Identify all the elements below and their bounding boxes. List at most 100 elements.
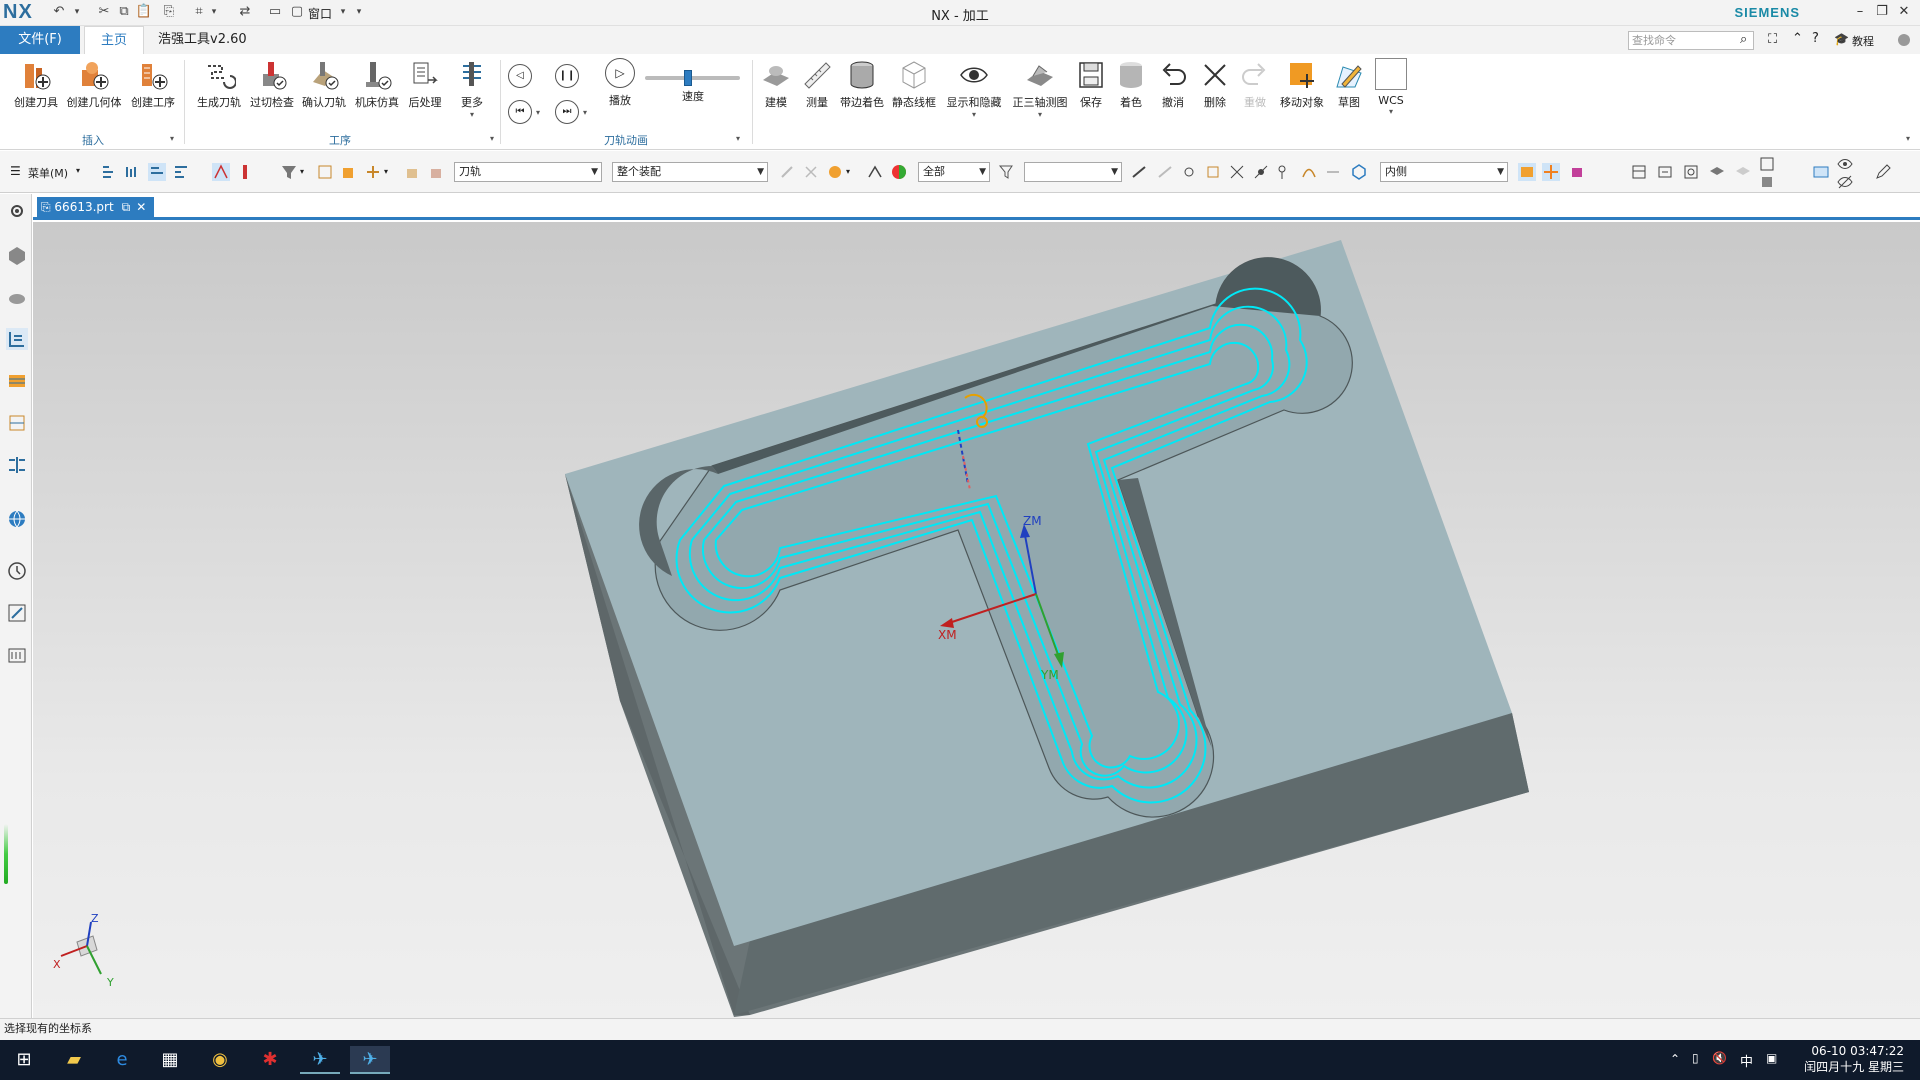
- view-split-icon[interactable]: [1656, 163, 1674, 181]
- snap-point-dropdown-icon[interactable]: ▾: [846, 167, 850, 176]
- view-refresh-icon[interactable]: [1682, 163, 1700, 181]
- file-explorer-icon[interactable]: ▰: [54, 1046, 94, 1074]
- calculator-icon[interactable]: ▦: [150, 1046, 190, 1074]
- wcs-button[interactable]: WCS ▾: [1372, 58, 1410, 116]
- minimize-icon[interactable]: –: [1849, 2, 1871, 22]
- selection-intent-select[interactable]: 内侧 ▼: [1380, 162, 1508, 182]
- method-view-icon[interactable]: [172, 163, 190, 181]
- menu-dropdown-icon[interactable]: ▾: [76, 166, 80, 175]
- quick-access-customize-icon[interactable]: ▾: [350, 3, 368, 21]
- group-animation-expand-icon[interactable]: ▾: [736, 134, 740, 143]
- volume-muted-icon[interactable]: 🔇: [1712, 1051, 1727, 1065]
- group-operation-expand-icon[interactable]: ▾: [490, 134, 494, 143]
- reset-filter-icon[interactable]: [998, 163, 1016, 181]
- menu-button[interactable]: 菜单(M): [28, 165, 68, 181]
- static-wireframe-button[interactable]: 静态线框: [888, 58, 940, 110]
- undock-icon[interactable]: ⧉: [122, 200, 131, 214]
- select-feature-icon[interactable]: [316, 163, 334, 181]
- snap-existing-point-icon[interactable]: [1276, 163, 1294, 181]
- scope-select[interactable]: 整个装配 ▼: [612, 162, 768, 182]
- battery-icon[interactable]: ▯: [1692, 1051, 1699, 1065]
- geometry-view-icon[interactable]: [148, 163, 166, 181]
- snap-end-point-icon[interactable]: [1130, 163, 1148, 181]
- view-layout-icon[interactable]: [1630, 163, 1648, 181]
- program-order-view-icon[interactable]: [100, 163, 118, 181]
- save-button[interactable]: 保存: [1072, 58, 1110, 110]
- view-layers-icon[interactable]: [1708, 163, 1726, 181]
- tutorial-label[interactable]: 教程: [1852, 33, 1874, 49]
- trimetric-view-dropdown-icon[interactable]: ▾: [1010, 110, 1070, 119]
- document-tab[interactable]: ⎘ 66613.prt ⧉ ✕: [37, 197, 155, 217]
- type-filter-dropdown-icon[interactable]: ▾: [300, 167, 304, 176]
- snap-intersection-icon[interactable]: [1204, 163, 1222, 181]
- snap-arc-center-icon[interactable]: [1228, 163, 1246, 181]
- blank-select[interactable]: ▼: [1024, 162, 1122, 182]
- search-icon[interactable]: ⌕: [1740, 32, 1747, 47]
- copy-icon[interactable]: ⧉: [115, 3, 133, 21]
- create-tool-button[interactable]: 创建刀具: [8, 58, 64, 110]
- quick-pick-icon[interactable]: [1518, 163, 1536, 181]
- move-object-button[interactable]: 移动对象: [1277, 58, 1327, 110]
- to-start-icon[interactable]: ⏮: [508, 100, 532, 124]
- to-start-dropdown-icon[interactable]: ▾: [536, 108, 540, 117]
- type-filter-icon[interactable]: [280, 163, 298, 181]
- snap-quadrant-icon[interactable]: [1252, 163, 1270, 181]
- feature-navigator-icon[interactable]: [6, 454, 28, 476]
- menu-icon[interactable]: ☰: [10, 164, 21, 178]
- assembly-navigator-icon[interactable]: [6, 244, 28, 266]
- hide-eye-icon[interactable]: [1836, 173, 1854, 191]
- paste-icon[interactable]: 📋: [135, 3, 153, 21]
- chrome-icon[interactable]: ◉: [200, 1046, 240, 1074]
- shaded-button[interactable]: 着色: [1112, 58, 1150, 110]
- show-eye-icon[interactable]: [1836, 155, 1854, 173]
- system-clock[interactable]: 06-10 03:47:22 闰四月十九 星期三: [1804, 1043, 1904, 1075]
- create-geometry-button[interactable]: 创建几何体: [64, 58, 124, 110]
- select-face-dropdown-icon[interactable]: ▾: [384, 167, 388, 176]
- more-operations-button[interactable]: 更多 ▾: [452, 58, 492, 119]
- tab-file[interactable]: 文件(F): [0, 26, 80, 54]
- undo-icon[interactable]: ↶: [50, 3, 68, 21]
- nx-taskbar-icon[interactable]: ✈: [300, 1046, 340, 1074]
- wcs-dropdown-icon[interactable]: ▾: [1372, 107, 1410, 116]
- postprocess-button[interactable]: 后处理: [402, 58, 448, 110]
- display-toolpath-icon[interactable]: [212, 163, 230, 181]
- snap-point-icon[interactable]: [826, 163, 844, 181]
- color-filter-icon[interactable]: [890, 163, 908, 181]
- render-style-icon[interactable]: [1758, 173, 1776, 191]
- select-face-icon[interactable]: [364, 163, 382, 181]
- highlight-icon[interactable]: [866, 163, 884, 181]
- snap-control-point-icon[interactable]: [1180, 163, 1198, 181]
- operation-navigator-icon[interactable]: [6, 328, 28, 350]
- process-tools-icon[interactable]: [6, 602, 28, 624]
- group-insert-expand-icon[interactable]: ▾: [170, 134, 174, 143]
- ribbon-overflow-icon[interactable]: ▾: [1906, 134, 1910, 143]
- ime-indicator[interactable]: 中: [1740, 1051, 1753, 1070]
- redo-button[interactable]: 重做: [1235, 58, 1275, 110]
- generate-toolpath-button[interactable]: 生成刀轨: [193, 58, 245, 110]
- fit-view-icon[interactable]: [1758, 155, 1776, 173]
- fullscreen-icon[interactable]: ⛶: [1768, 32, 1777, 47]
- switch-window-icon[interactable]: ⇄: [236, 3, 254, 21]
- undo-button[interactable]: 撤消: [1153, 58, 1193, 110]
- sheet-filter-icon[interactable]: [428, 163, 446, 181]
- delete-button[interactable]: 删除: [1195, 58, 1235, 110]
- select-body-icon[interactable]: [340, 163, 358, 181]
- resource-bar-toggle-icon[interactable]: [1898, 34, 1910, 46]
- speed-slider-track[interactable]: [645, 70, 740, 86]
- window-menu-label[interactable]: 窗口: [308, 5, 332, 22]
- sketch-button[interactable]: 草图: [1330, 58, 1368, 110]
- pause-icon[interactable]: ❙❙: [555, 64, 579, 88]
- mcs-display-icon[interactable]: [1812, 163, 1830, 181]
- general-selection-intent-icon[interactable]: [778, 163, 796, 181]
- more-operations-dropdown-icon[interactable]: ▾: [452, 110, 492, 119]
- history-icon[interactable]: [6, 560, 28, 582]
- edge-browser-icon[interactable]: e: [102, 1046, 142, 1074]
- machine-tool-navigator-icon[interactable]: [6, 412, 28, 434]
- close-icon[interactable]: ✕: [1893, 2, 1915, 22]
- tray-expand-icon[interactable]: ⌃: [1670, 1052, 1680, 1066]
- to-end-dropdown-icon[interactable]: ▾: [583, 108, 587, 117]
- web-browser-icon[interactable]: [6, 508, 28, 530]
- solid-filter-icon[interactable]: [404, 163, 422, 181]
- type-filter-select[interactable]: 刀轨 ▼: [454, 162, 602, 182]
- window-menu-icon[interactable]: ▢: [288, 3, 306, 21]
